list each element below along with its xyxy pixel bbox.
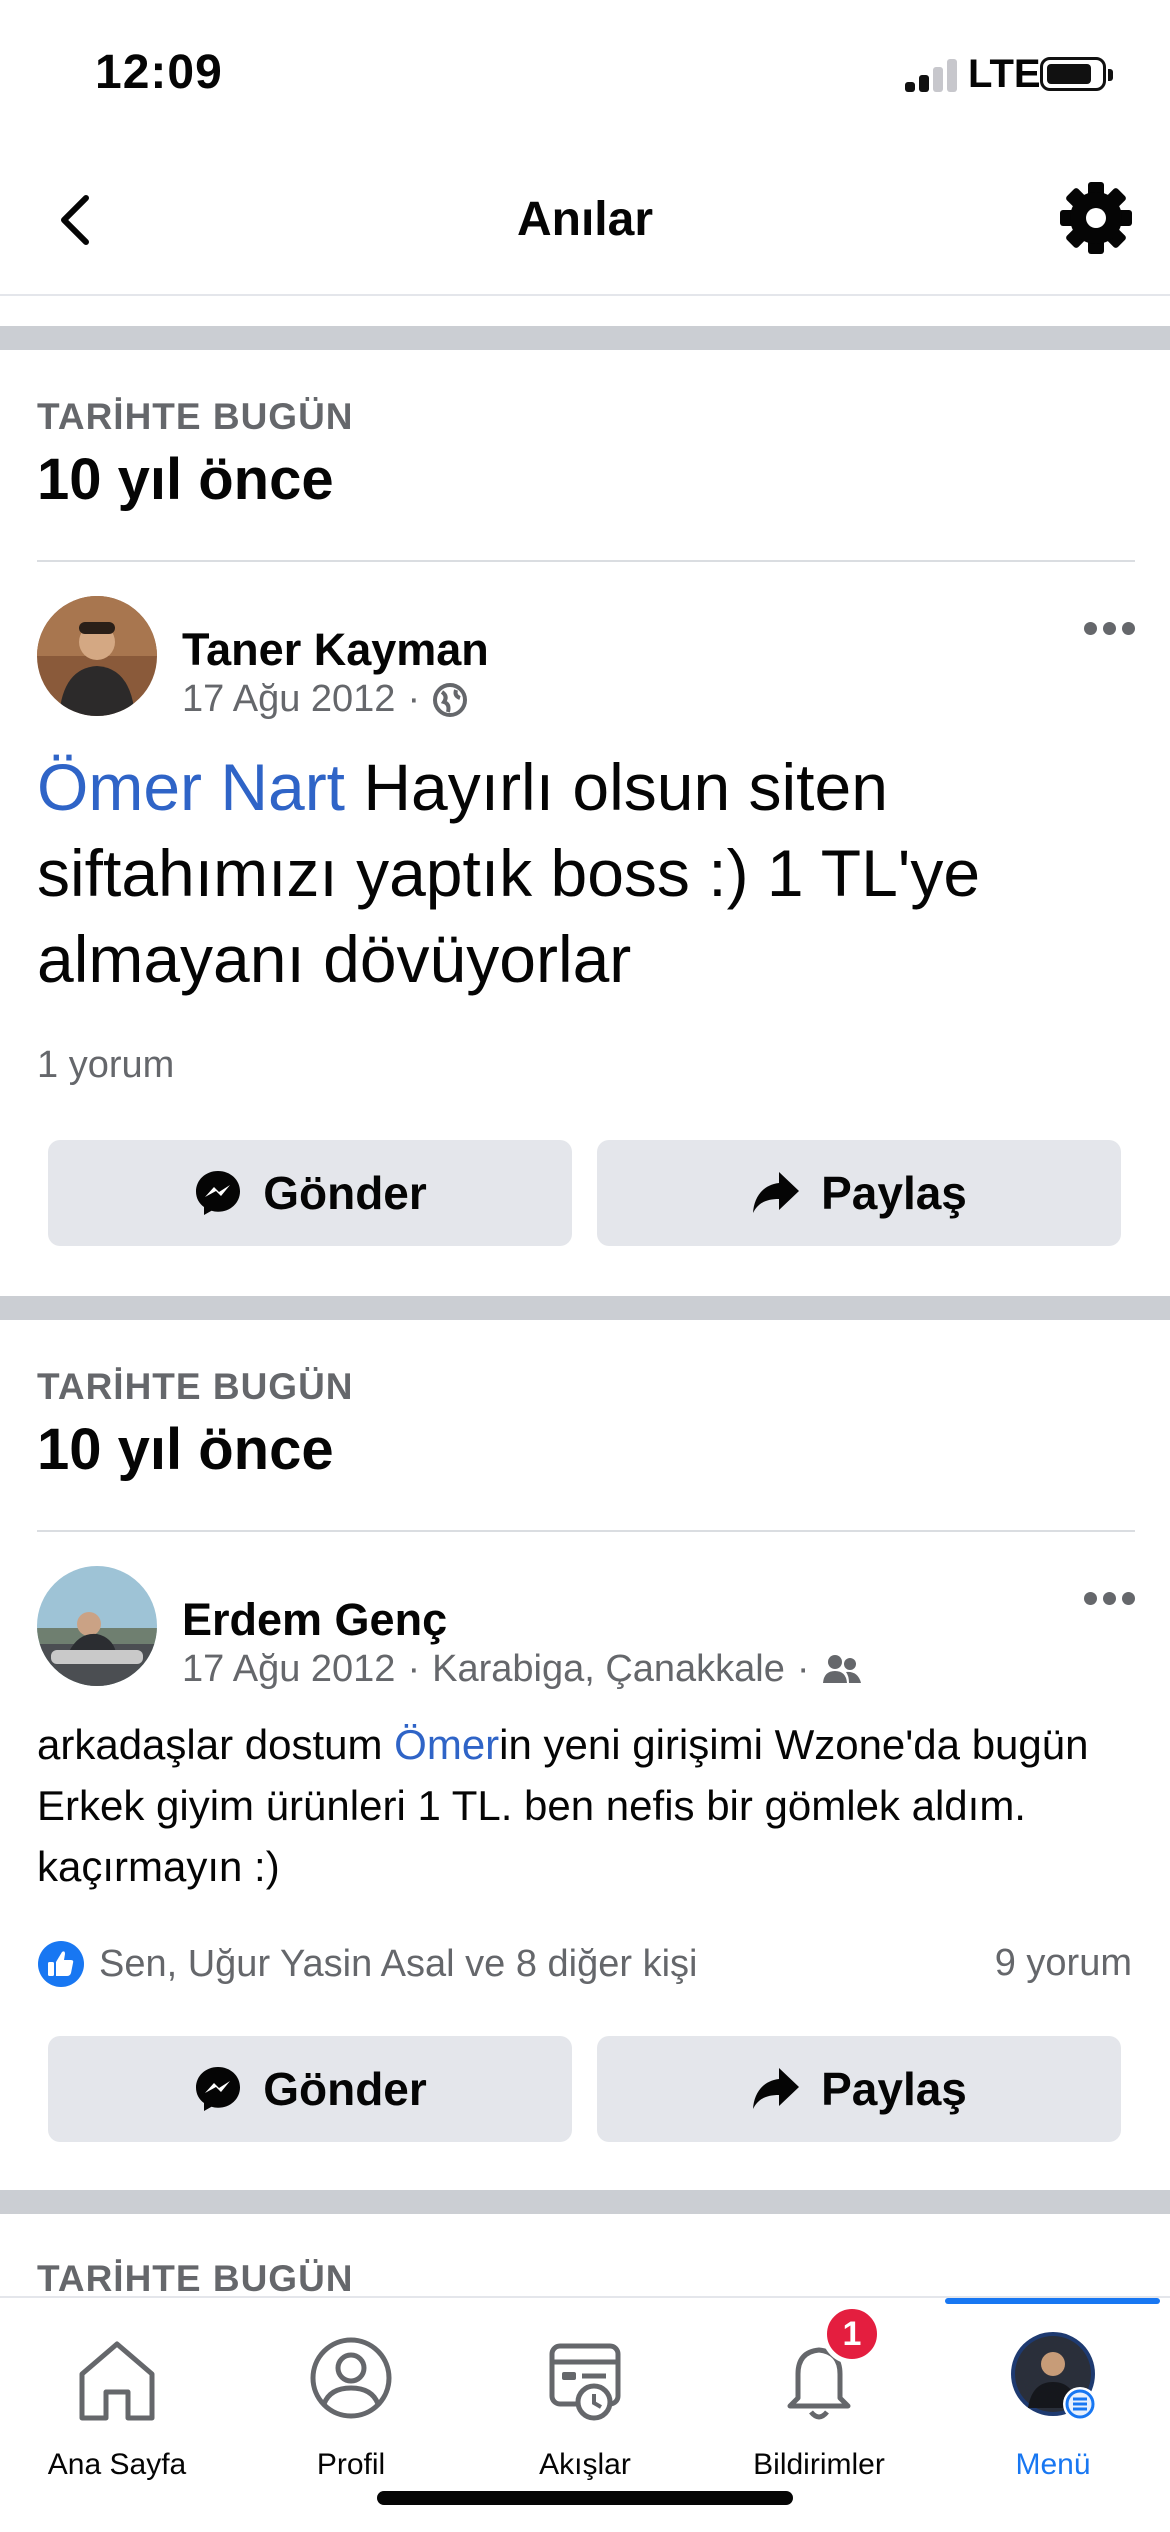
tab-label: Profil [316, 2448, 386, 2481]
friends-icon [822, 1654, 861, 1683]
signal-icon [905, 58, 957, 92]
post-body: arkadaşlar dostum [37, 1721, 395, 1768]
page-title: Anılar [516, 193, 654, 246]
globe-icon [433, 682, 468, 717]
active-tab-indicator [945, 2298, 1160, 2304]
comment-count[interactable]: 9 yorum [995, 1942, 1132, 1985]
tab-label: Bildirimler [753, 2448, 885, 2481]
memory-kicker: TARİHTE BUGÜN [37, 1366, 354, 1407]
send-button[interactable]: Gönder [48, 1140, 572, 1246]
tab-home[interactable]: Ana Sayfa [0, 2318, 234, 2488]
post-meta: 17 Ağu 2012 · Karabiga, Çanakkale · [182, 1648, 862, 1691]
tab-label: Menü [1015, 2448, 1091, 2481]
share-arrow-icon [753, 1172, 800, 1213]
mention-link[interactable]: Ömer Nart [37, 750, 345, 824]
tab-notifications[interactable]: Bildirimler [702, 2318, 936, 2488]
tab-profile[interactable]: Profil [234, 2318, 468, 2488]
post-meta: 17 Ağu 2012 · [182, 678, 468, 721]
post-author[interactable]: Taner Kayman [182, 624, 489, 676]
send-button-label: Gönder [263, 1167, 427, 1219]
send-button[interactable]: Gönder [48, 2036, 572, 2142]
more-options-icon[interactable] [1080, 1584, 1140, 1614]
memory-card: TARİHTE BUGÜN [0, 2214, 1170, 2299]
reactions-summary[interactable]: Sen, Uğur Yasin Asal ve 8 diğer kişi [37, 1936, 697, 1992]
post-date[interactable]: 17 Ağu 2012 [182, 678, 395, 721]
tab-menu[interactable]: Menü [936, 2318, 1170, 2488]
tab-label: Ana Sayfa [47, 2448, 187, 2481]
home-indicator [377, 2491, 793, 2505]
post-location[interactable]: Karabiga, Çanakkale [432, 1648, 785, 1691]
memory-years-ago: 10 yıl önce [37, 1417, 334, 1482]
more-options-icon[interactable] [1080, 614, 1140, 644]
section-divider [0, 326, 1170, 350]
send-button-label: Gönder [263, 2063, 427, 2115]
meta-separator: · [407, 678, 421, 720]
meta-separator: · [407, 1648, 421, 1690]
feeds-icon [549, 2343, 621, 2421]
comment-count[interactable]: 1 yorum [37, 1044, 174, 1087]
share-button-label: Paylaş [821, 1167, 967, 1219]
memory-years-ago: 10 yıl önce [37, 447, 334, 512]
network-label: LTE [968, 52, 1041, 96]
notification-badge: 1 [822, 2304, 882, 2364]
memory-card: TARİHTE BUGÜN 10 yıl önce Taner Kayman 1… [0, 350, 1170, 1296]
tab-label: Akışlar [539, 2448, 631, 2481]
status-bar: 12:09 LTE [0, 0, 1170, 150]
post-text: Ömer Nart Hayırlı olsun siten siftahımız… [37, 744, 1137, 1002]
profile-icon [310, 2337, 392, 2419]
top-navigation-bar: Anılar [0, 150, 1170, 296]
section-divider [0, 1296, 1170, 1320]
reactions-label: Sen, Uğur Yasin Asal ve 8 diğer kişi [99, 1942, 698, 1985]
share-button[interactable]: Paylaş [597, 2036, 1121, 2142]
avatar[interactable] [37, 1566, 157, 1686]
share-button-label: Paylaş [821, 2063, 967, 2115]
settings-button[interactable] [1058, 180, 1134, 256]
divider [37, 1530, 1135, 1532]
avatar[interactable] [37, 596, 157, 716]
share-button[interactable]: Paylaş [597, 1140, 1121, 1246]
memory-kicker: TARİHTE BUGÜN [37, 2258, 354, 2299]
section-divider [0, 2190, 1170, 2214]
divider [37, 560, 1135, 562]
messenger-icon [196, 1171, 241, 1215]
battery-icon [1040, 57, 1113, 91]
post-date[interactable]: 17 Ağu 2012 [182, 1648, 395, 1691]
like-icon [38, 1941, 84, 1987]
tab-feeds[interactable]: Akışlar [468, 2318, 702, 2488]
share-arrow-icon [753, 2068, 800, 2109]
home-icon [79, 2341, 155, 2421]
mention-link[interactable]: Ömer [394, 1721, 499, 1768]
memory-kicker: TARİHTE BUGÜN [37, 396, 354, 437]
post-author[interactable]: Erdem Genç [182, 1594, 447, 1646]
post-text: arkadaşlar dostum Ömerin yeni girişimi W… [37, 1714, 1137, 1897]
meta-separator: · [796, 1648, 810, 1690]
memory-card: TARİHTE BUGÜN 10 yıl önce Erdem Genç 17 … [0, 1320, 1170, 2190]
status-time: 12:09 [95, 46, 223, 99]
menu-avatar-icon [1011, 2332, 1097, 2421]
gear-icon [1060, 182, 1132, 254]
messenger-icon [196, 2067, 241, 2111]
